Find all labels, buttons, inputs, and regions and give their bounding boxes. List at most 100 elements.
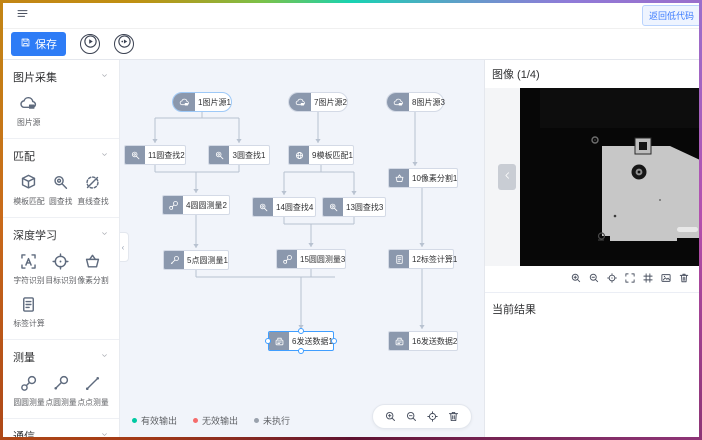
zoom-out-button[interactable] xyxy=(404,409,419,424)
zoom-in-icon xyxy=(384,410,397,423)
flow-canvas[interactable]: 1图片源1 7图片源2 8图片源3 11圆查找2 3圆查找1 9模板匹配1 10像素分割1 4… xyxy=(120,60,484,437)
flow-node-10[interactable]: 10像素分割1 xyxy=(388,168,458,188)
camera-image-preview[interactable] xyxy=(520,88,699,266)
flow-node-7[interactable]: 7图片源2 xyxy=(288,92,348,112)
zoom-out-icon xyxy=(588,272,600,284)
flow-node-9[interactable]: 9模板匹配1 xyxy=(288,145,354,165)
image-trash-button[interactable] xyxy=(677,271,691,285)
node-label: 9模板匹配1 xyxy=(309,146,356,164)
circle-find-icon xyxy=(214,150,225,161)
run-step-button[interactable] xyxy=(114,34,134,54)
sidebar-item-直线查找[interactable]: 直线查找 xyxy=(77,173,109,207)
node-label: 13圆查找3 xyxy=(343,198,386,216)
image-toolbar xyxy=(485,266,699,290)
inspection-image xyxy=(520,88,699,266)
section-title: 通信 xyxy=(13,428,35,437)
zoom-in-button[interactable] xyxy=(383,409,398,424)
status-legend: 有效输出无效输出未执行 xyxy=(132,414,290,427)
play-icon xyxy=(83,34,98,49)
measure-cc-icon xyxy=(168,200,179,211)
sidebar-item-图片源[interactable]: 图片源 xyxy=(13,94,45,128)
flow-node-8[interactable]: 8图片源3 xyxy=(386,92,444,112)
circle-find-icon xyxy=(258,202,269,213)
sidebar-item-字符识别[interactable]: 字符识别 xyxy=(13,252,45,286)
image-grid-button[interactable] xyxy=(641,271,655,285)
sidebar-section-1: 匹配模板匹配圆查找直线查找 xyxy=(3,139,119,218)
image-zoom-in-button[interactable] xyxy=(569,271,583,285)
window-frame: 返回低代码 保存 图片采集图片源匹配模板匹配圆查找直线查找深度学习字符识别目标识… xyxy=(0,0,702,440)
sidebar-item-目标识别[interactable]: 目标识别 xyxy=(45,252,77,286)
save-icon xyxy=(20,37,31,48)
send-icon xyxy=(394,336,405,347)
connection-port-r[interactable] xyxy=(331,338,337,344)
node-label: 14圆查找4 xyxy=(273,198,316,216)
section-collapse-button[interactable] xyxy=(100,150,109,162)
flow-node-14[interactable]: 14圆查找4 xyxy=(252,197,316,217)
flow-node-4[interactable]: 4圆圆测量2 xyxy=(162,195,230,215)
sidebar-section-0: 图片采集图片源 xyxy=(3,60,119,139)
image-crosshair-button[interactable] xyxy=(605,271,619,285)
node-label: 6发送数据1 xyxy=(289,332,336,350)
legend-item: 无效输出 xyxy=(193,414,238,427)
connection-port-l[interactable] xyxy=(265,338,271,344)
sidebar-item-点圆测量[interactable]: 点圆测量 xyxy=(45,374,77,408)
measure-pc-icon xyxy=(169,255,180,266)
connection-port-b[interactable] xyxy=(298,348,304,354)
sidebar-collapse-handle[interactable]: ‹ xyxy=(120,232,129,262)
chevron-left-icon xyxy=(502,168,513,186)
chevron-left-icon xyxy=(502,170,513,181)
sidebar-item-模板匹配[interactable]: 模板匹配 xyxy=(13,173,45,207)
back-to-lowcode-button[interactable]: 返回低代码 xyxy=(642,5,699,26)
image-carousel xyxy=(485,88,699,266)
menu-button[interactable] xyxy=(15,6,30,26)
flow-node-12[interactable]: 12标签计算1 xyxy=(388,249,454,269)
cloud-image-icon xyxy=(19,94,38,113)
node-label: 8图片源3 xyxy=(409,93,448,111)
run-button[interactable] xyxy=(80,34,100,54)
play-step-icon xyxy=(117,34,132,54)
cloud-image-icon xyxy=(393,97,404,108)
sidebar-item-圆圆测量[interactable]: 圆圆测量 xyxy=(13,374,45,408)
sidebar-section-2: 深度学习字符识别目标识别像素分割标签计算 xyxy=(3,218,119,340)
section-title: 测量 xyxy=(13,349,35,365)
module-sidebar: 图片采集图片源匹配模板匹配圆查找直线查找深度学习字符识别目标识别像素分割标签计算… xyxy=(3,60,120,437)
flow-node-6[interactable]: 6发送数据1 xyxy=(268,331,334,351)
trash-button[interactable] xyxy=(446,409,461,424)
section-collapse-button[interactable] xyxy=(100,351,109,363)
section-collapse-button[interactable] xyxy=(100,71,109,83)
image-fullscreen-button[interactable] xyxy=(623,271,637,285)
flow-node-5[interactable]: 5点圆测量1 xyxy=(163,250,229,270)
sidebar-item-标签计算[interactable]: 标签计算 xyxy=(13,295,45,329)
sidebar-item-点点测量[interactable]: 点点测量 xyxy=(77,374,109,408)
flow-node-15[interactable]: 15圆圆测量3 xyxy=(276,249,346,269)
section-collapse-button[interactable] xyxy=(100,229,109,241)
connection-port-t[interactable] xyxy=(298,328,304,334)
play-step-icon xyxy=(117,34,132,49)
line-find-icon xyxy=(83,173,102,192)
legend-item: 未执行 xyxy=(254,414,290,427)
flow-node-16[interactable]: 16发送数据2 xyxy=(388,331,458,351)
cloud-image-icon xyxy=(295,97,306,108)
node-label: 16发送数据2 xyxy=(409,332,460,350)
chevron-down-icon xyxy=(100,430,109,437)
node-label: 12标签计算1 xyxy=(409,250,460,268)
crosshair-button[interactable] xyxy=(425,409,440,424)
save-button[interactable]: 保存 xyxy=(11,32,66,56)
section-collapse-button[interactable] xyxy=(100,430,109,437)
measure-pp-icon xyxy=(83,374,102,393)
flow-node-1[interactable]: 1图片源1 xyxy=(172,92,232,112)
node-label: 4圆圆测量2 xyxy=(183,196,230,214)
trash-icon xyxy=(678,272,690,284)
sidebar-item-像素分割[interactable]: 像素分割 xyxy=(77,252,109,286)
measure-cc-icon xyxy=(19,374,38,393)
image-image-button[interactable] xyxy=(659,271,673,285)
flow-node-3[interactable]: 3圆查找1 xyxy=(208,145,270,165)
sidebar-item-圆查找[interactable]: 圆查找 xyxy=(45,173,77,207)
measure-pc-icon xyxy=(51,374,70,393)
legend-dot xyxy=(132,418,137,423)
prev-image-button[interactable] xyxy=(498,164,516,190)
current-result-title: 当前结果 xyxy=(485,293,699,325)
image-zoom-out-button[interactable] xyxy=(587,271,601,285)
flow-node-11[interactable]: 11圆查找2 xyxy=(124,145,186,165)
flow-node-13[interactable]: 13圆查找3 xyxy=(322,197,386,217)
